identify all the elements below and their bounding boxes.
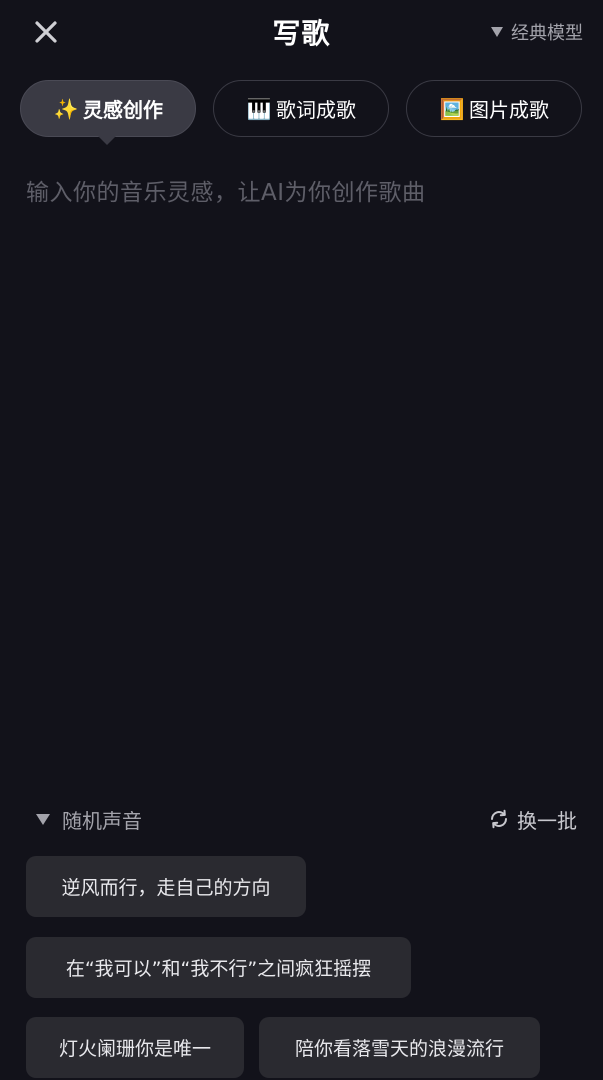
tab-inspiration-label: 灵感创作: [83, 98, 163, 122]
close-icon: [35, 21, 57, 43]
random-voice-toggle[interactable]: 随机声音: [36, 802, 142, 836]
triangle-down-icon: [491, 27, 503, 37]
model-selector-label: 经典模型: [511, 23, 583, 44]
active-tab-pointer: [98, 136, 116, 145]
inspiration-input[interactable]: [26, 176, 578, 736]
picture-icon: 🖼️: [439, 96, 465, 121]
triangle-down-icon: [36, 813, 50, 825]
suggestion-chip[interactable]: 陪你看落雪天的浪漫流行: [259, 1017, 540, 1078]
suggestion-chip[interactable]: 在“我可以”和“我不行”之间疯狂摇摆: [26, 937, 411, 998]
tab-image-to-song[interactable]: 🖼️ 图片成歌: [406, 80, 582, 137]
sparkles-icon: ✨: [53, 96, 79, 121]
piano-icon: 🎹: [246, 96, 272, 121]
tab-image-to-song-label: 图片成歌: [469, 98, 549, 122]
suggestion-chip[interactable]: 灯火阑珊你是唯一: [26, 1017, 244, 1078]
refresh-icon: [491, 809, 507, 829]
refresh-label: 换一批: [517, 808, 577, 833]
refresh-suggestions-button[interactable]: 换一批: [487, 802, 577, 836]
model-selector[interactable]: 经典模型: [491, 18, 583, 46]
close-button[interactable]: [28, 14, 64, 50]
random-voice-label: 随机声音: [62, 808, 142, 833]
song-writer-page: 写歌 经典模型 ✨ 灵感创作 🎹 歌词成歌 🖼️ 图片成歌 随机声音 换一批 逆…: [0, 0, 603, 1080]
tab-lyrics-to-song[interactable]: 🎹 歌词成歌: [213, 80, 389, 137]
tab-inspiration[interactable]: ✨ 灵感创作: [20, 80, 196, 137]
suggestion-chip[interactable]: 逆风而行，走自己的方向: [26, 856, 306, 917]
tab-lyrics-to-song-label: 歌词成歌: [276, 98, 356, 122]
